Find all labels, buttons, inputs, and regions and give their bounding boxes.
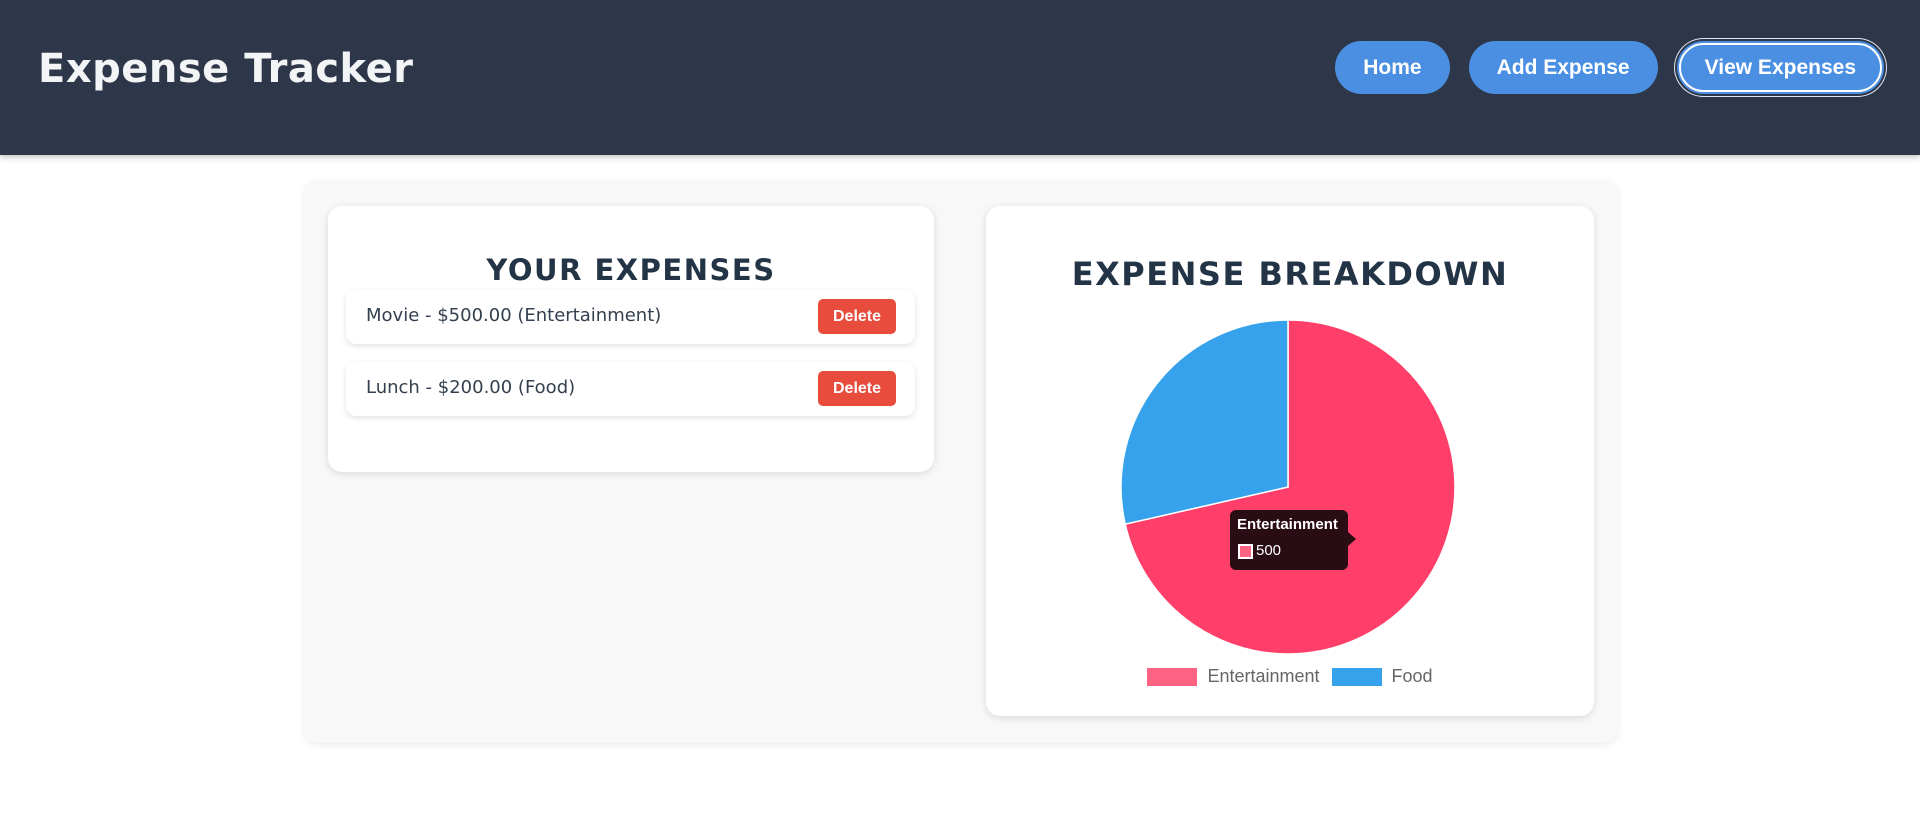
expense-item-text: Lunch - $200.00 (Food) bbox=[366, 377, 576, 398]
legend-item-entertainment[interactable]: Entertainment bbox=[1147, 666, 1320, 687]
main-nav: Home Add Expense View Expenses bbox=[1335, 41, 1884, 94]
chart-legend: Entertainment Food bbox=[986, 666, 1594, 687]
tooltip-swatch bbox=[1238, 544, 1253, 559]
expense-item: Lunch - $200.00 (Food) Delete bbox=[346, 362, 915, 416]
delete-button[interactable]: Delete bbox=[818, 371, 896, 406]
expense-item: Movie - $500.00 (Entertainment) Delete bbox=[346, 290, 915, 344]
expenses-card: YOUR EXPENSES Movie - $500.00 (Entertain… bbox=[328, 206, 934, 472]
view-expenses-button[interactable]: View Expenses bbox=[1676, 41, 1884, 94]
expense-item-text: Movie - $500.00 (Entertainment) bbox=[366, 305, 662, 326]
tooltip-value: 500 bbox=[1256, 542, 1282, 559]
home-button[interactable]: Home bbox=[1335, 41, 1450, 94]
legend-label: Food bbox=[1391, 666, 1433, 686]
legend-swatch bbox=[1147, 667, 1198, 686]
expenses-heading: YOUR EXPENSES bbox=[486, 253, 776, 287]
app-title: Expense Tracker bbox=[38, 46, 414, 92]
app-header: Expense Tracker Home Add Expense View Ex… bbox=[0, 0, 1920, 155]
add-expense-button[interactable]: Add Expense bbox=[1468, 41, 1658, 94]
delete-button[interactable]: Delete bbox=[818, 299, 896, 334]
breakdown-card: EXPENSE BREAKDOWN Entertainment 500 Ente… bbox=[986, 206, 1594, 716]
legend-swatch bbox=[1331, 667, 1382, 686]
legend-item-food[interactable]: Food bbox=[1331, 666, 1433, 687]
legend-label: Entertainment bbox=[1207, 666, 1320, 686]
tooltip-title: Entertainment bbox=[1237, 516, 1338, 533]
pie-chart bbox=[1120, 319, 1456, 655]
main-container: YOUR EXPENSES Movie - $500.00 (Entertain… bbox=[304, 180, 1618, 743]
chart-tooltip: Entertainment 500 bbox=[1230, 510, 1356, 570]
